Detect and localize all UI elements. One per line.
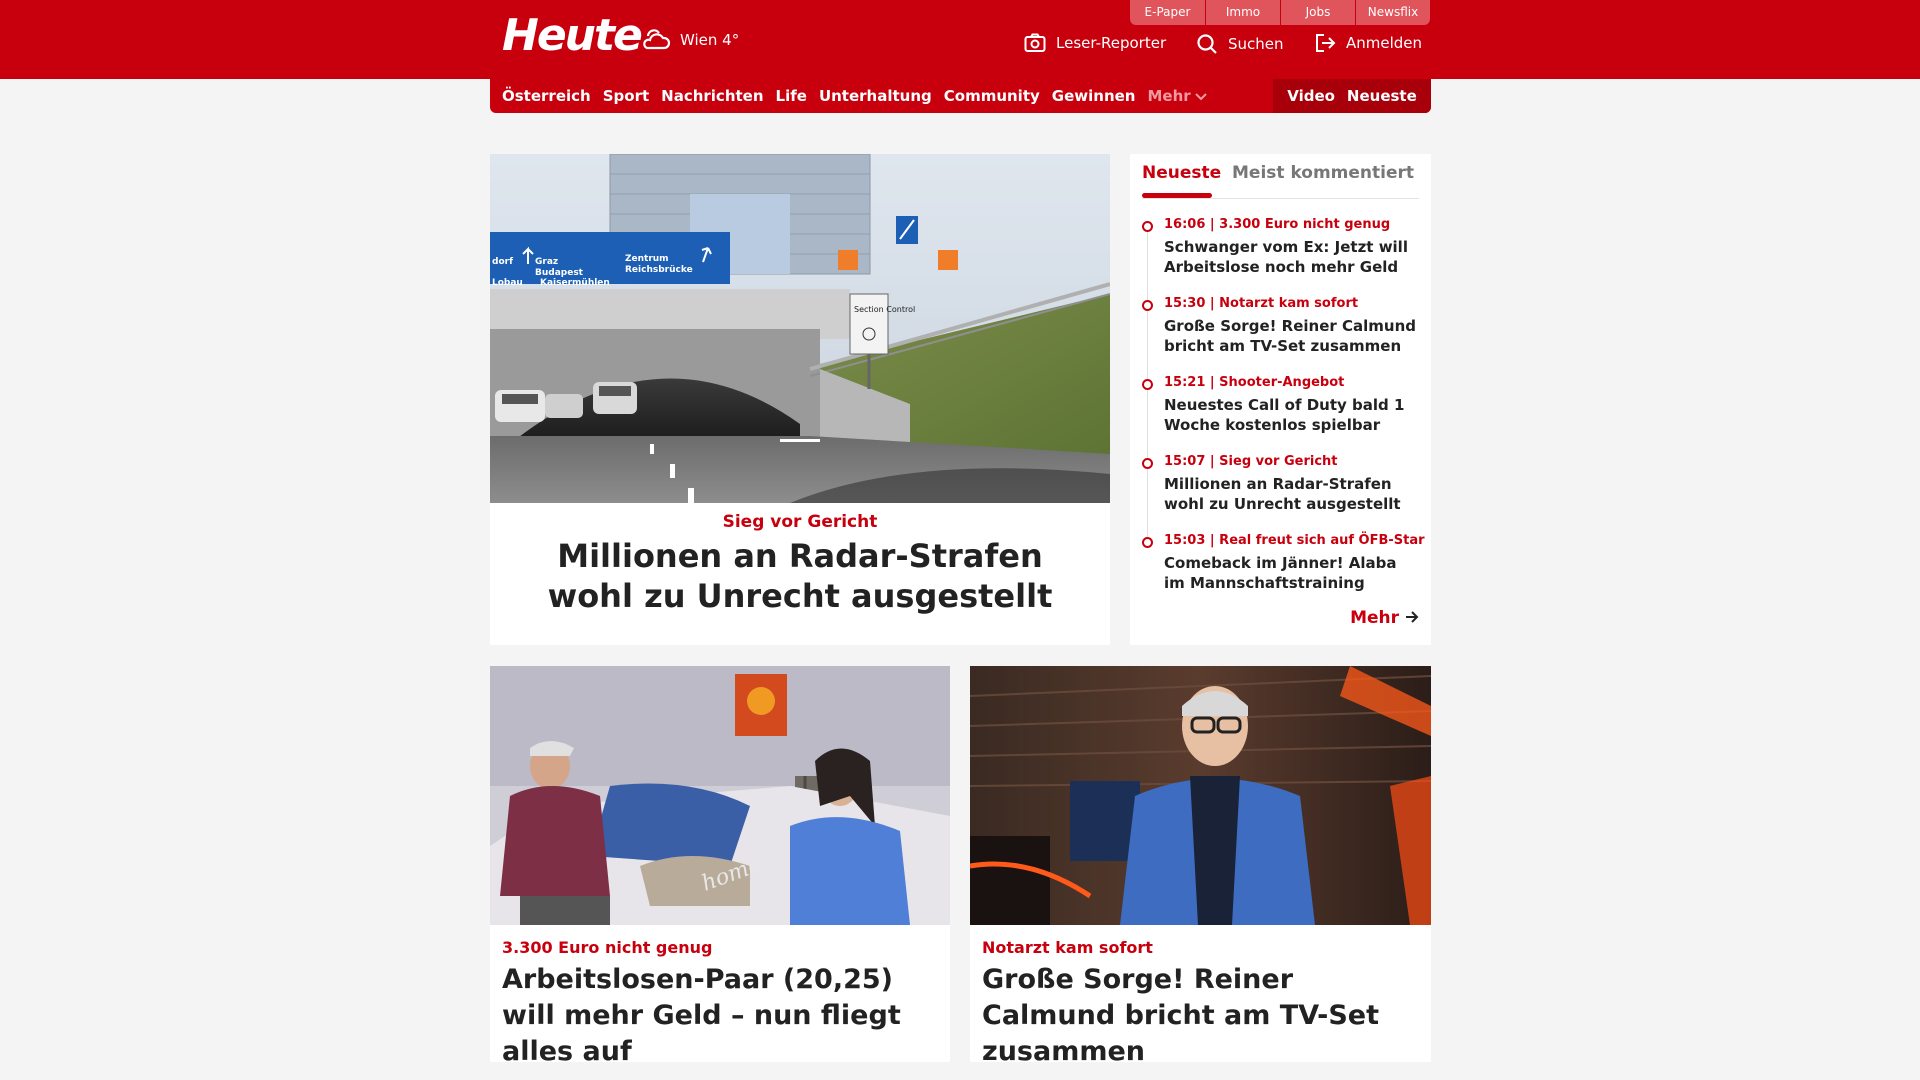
active-tab-indicator <box>1142 193 1212 198</box>
ticker-headline: Neuestes Call of Duty bald 1 Woche koste… <box>1164 396 1405 434</box>
jobs-link[interactable]: Jobs <box>1280 0 1355 25</box>
weather-text: Wien 4° <box>680 31 740 49</box>
news-ticker: Neueste Meist kommentiert 16:06 | 3.300 … <box>1130 154 1431 645</box>
sign-text-dorf: dorf <box>492 257 513 267</box>
nav-item-life[interactable]: Life <box>776 87 807 105</box>
article-card[interactable]: Notarzt kam sofort Große Sorge! Reiner C… <box>970 666 1431 1067</box>
login-label: Anmelden <box>1346 34 1423 52</box>
nav-item-video[interactable]: Video <box>1287 87 1335 105</box>
timeline-dot-icon <box>1142 537 1153 548</box>
epaper-link[interactable]: E-Paper <box>1130 0 1205 25</box>
hero-article[interactable]: Graz Budapest Kaisermühlen Lobau dorf Ze… <box>490 154 1110 645</box>
timeline-dot-icon <box>1142 458 1153 469</box>
tv-studio-image <box>970 666 1431 925</box>
sign-text-reichsbruecke: Reichsbrücke <box>625 265 693 275</box>
immo-link[interactable]: Immo <box>1205 0 1280 25</box>
ticker-meta: 15:30 | Notarzt kam sofort <box>1164 296 1359 311</box>
sign-text-graz: Graz <box>535 257 558 267</box>
ticker-more-link[interactable]: Mehr <box>1350 608 1419 628</box>
leser-reporter-button[interactable]: Leser-Reporter <box>1024 33 1166 53</box>
ticker-tabs: Neueste Meist kommentiert <box>1142 154 1419 199</box>
heute-logo[interactable]: Heute <box>502 10 643 61</box>
article-image[interactable]: home <box>490 666 950 925</box>
tab-meist-kommentiert[interactable]: Meist kommentiert <box>1232 163 1414 183</box>
login-button[interactable]: Anmelden <box>1314 33 1422 53</box>
hero-kicker[interactable]: Sieg vor Gericht <box>490 512 1110 532</box>
nav-more-dropdown[interactable]: Mehr <box>1147 87 1207 105</box>
section-control-sign: Section Control <box>854 305 915 314</box>
chevron-down-icon <box>1194 87 1207 105</box>
sign-text-kaisermuehlen: Kaisermühlen <box>540 278 610 288</box>
timeline-dot-icon <box>1142 300 1153 311</box>
search-label: Suchen <box>1228 35 1284 53</box>
nav-item-oesterreich[interactable]: Österreich <box>502 87 591 105</box>
timeline-dot-icon <box>1142 221 1153 232</box>
leser-reporter-label: Leser-Reporter <box>1056 34 1167 52</box>
sign-text-lobau: Lobau <box>492 278 523 288</box>
newsflix-link[interactable]: Newsflix <box>1355 0 1430 25</box>
main-navigation: Österreich Sport Nachrichten Life Unterh… <box>490 79 1431 113</box>
ticker-more-label: Mehr <box>1350 608 1399 628</box>
tab-neueste[interactable]: Neueste <box>1142 163 1221 183</box>
article-image[interactable] <box>970 666 1431 925</box>
arrow-right-icon <box>1405 608 1419 628</box>
ticker-meta: 15:21 | Shooter-Angebot <box>1164 375 1345 390</box>
ticker-meta: 15:03 | Real freut sich auf ÖFB-Star <box>1164 533 1425 548</box>
sign-text-budapest: Budapest <box>535 268 584 278</box>
cloud-sun-icon <box>640 26 672 54</box>
ticker-headline: Große Sorge! Reiner Calmund bricht am TV… <box>1164 317 1417 355</box>
timeline-dot-icon <box>1142 379 1153 390</box>
ticker-meta: 15:07 | Sieg vor Gericht <box>1164 454 1338 469</box>
ticker-meta: 16:06 | 3.300 Euro nicht genug <box>1164 217 1391 232</box>
ticker-headline: Millionen an Radar-Strafen wohl zu Unrec… <box>1164 475 1401 513</box>
nav-item-gewinnen[interactable]: Gewinnen <box>1052 87 1136 105</box>
search-button[interactable]: Suchen <box>1196 33 1284 55</box>
article-kicker[interactable]: Notarzt kam sofort <box>982 938 1153 957</box>
nav-item-unterhaltung[interactable]: Unterhaltung <box>819 87 932 105</box>
article-kicker[interactable]: 3.300 Euro nicht genug <box>502 938 712 957</box>
camera-icon <box>1024 33 1046 53</box>
nav-item-sport[interactable]: Sport <box>603 87 649 105</box>
hero-title[interactable]: Millionen an Radar-Strafen wohl zu Unrec… <box>520 536 1080 616</box>
ticker-headline: Schwanger vom Ex: Jetzt will Arbeitslose… <box>1164 238 1408 276</box>
article-title[interactable]: Arbeitslosen-Paar (20,25) will mehr Geld… <box>502 962 932 1070</box>
nav-item-neueste[interactable]: Neueste <box>1347 87 1417 105</box>
ticker-headline: Comeback im Jänner! Alaba im Mannschafts… <box>1164 554 1397 592</box>
nav-right-group: Video Neueste <box>1273 79 1431 113</box>
article-title[interactable]: Große Sorge! Reiner Calmund bricht am TV… <box>982 962 1412 1070</box>
nav-item-community[interactable]: Community <box>944 87 1040 105</box>
login-icon <box>1314 33 1336 53</box>
weather-widget[interactable]: Wien 4° <box>640 26 739 54</box>
search-icon <box>1196 33 1218 55</box>
top-links: E-Paper Immo Jobs Newsflix <box>1130 0 1430 25</box>
highway-tunnel-image: Graz Budapest Kaisermühlen Lobau dorf Ze… <box>490 154 1110 503</box>
site-header: Heute Wien 4° E-Paper Immo Jobs Newsflix… <box>0 0 1920 79</box>
hero-image[interactable]: Graz Budapest Kaisermühlen Lobau dorf Ze… <box>490 154 1110 503</box>
sign-text-zentrum: Zentrum <box>625 254 669 264</box>
nav-more-label: Mehr <box>1147 87 1191 105</box>
couple-bedroom-image: home <box>490 666 950 925</box>
article-card[interactable]: home 3.300 Euro nicht genug Arbeitslosen… <box>490 666 950 1067</box>
nav-item-nachrichten[interactable]: Nachrichten <box>661 87 763 105</box>
